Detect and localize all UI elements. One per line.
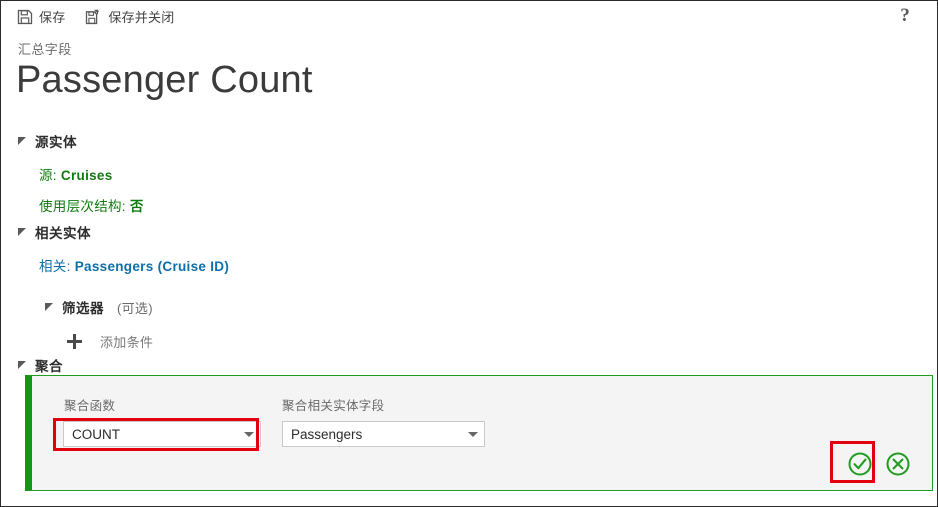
related-entity-label: 相关: (39, 259, 71, 274)
aggregate-field-value: Passengers (291, 426, 363, 442)
save-button-label: 保存 (39, 10, 66, 25)
collapse-triangle-icon[interactable] (18, 227, 27, 237)
save-and-close-floppy-icon (85, 8, 102, 25)
summary-field-editor-window: 保存 保存并关闭 ? 汇总字段 Passenger Count 源实体 源: C… (0, 0, 938, 507)
save-and-close-button[interactable]: 保存并关闭 (85, 5, 180, 29)
source-field-label: 源: (39, 168, 57, 183)
chevron-down-icon (244, 431, 254, 437)
source-field-row[interactable]: 源: Cruises (1, 164, 937, 184)
save-and-close-button-label: 保存并关闭 (108, 10, 175, 25)
related-entity-key: (Cruise ID) (157, 259, 230, 274)
command-toolbar: 保存 保存并关闭 ? (1, 1, 937, 32)
collapse-triangle-icon[interactable] (18, 136, 27, 146)
aggregate-function-label: 聚合函数 (64, 399, 116, 413)
aggregate-field-dropdown[interactable]: Passengers (282, 421, 485, 447)
use-hierarchy-value: 否 (129, 199, 144, 214)
section-source-entity-header[interactable]: 源实体 (1, 131, 937, 151)
add-condition-button[interactable]: 添加条件 (1, 332, 937, 351)
aggregate-field-label: 聚合相关实体字段 (282, 399, 385, 413)
section-filter-title: 筛选器 (62, 301, 104, 316)
add-condition-label: 添加条件 (100, 335, 154, 350)
section-filter-header[interactable]: 筛选器 (可选) (1, 297, 937, 317)
section-related-entity-title: 相关实体 (35, 226, 91, 241)
section-related-entity: 相关实体 相关: Passengers (Cruise ID) 筛选器 (可选)… (1, 222, 937, 351)
plus-icon (67, 334, 82, 349)
aggregate-panel: 聚合函数 聚合相关实体字段 COUNT Passengers (25, 375, 933, 491)
related-entity-row[interactable]: 相关: Passengers (Cruise ID) (1, 255, 937, 275)
check-circle-icon (848, 452, 872, 476)
page-title: Passenger Count (16, 59, 313, 101)
cancel-button[interactable] (885, 451, 911, 477)
aggregate-function-dropdown[interactable]: COUNT (63, 421, 261, 447)
breadcrumb: 汇总字段 (18, 42, 72, 57)
section-related-entity-header[interactable]: 相关实体 (1, 222, 937, 242)
section-source-entity: 源实体 源: Cruises 使用层次结构: 否 (1, 131, 937, 215)
confirm-button[interactable] (847, 451, 873, 477)
chevron-down-icon (468, 431, 478, 437)
x-circle-icon (886, 452, 910, 476)
section-aggregate-header[interactable]: 聚合 (1, 355, 937, 375)
save-button[interactable]: 保存 (17, 5, 71, 29)
save-floppy-icon (17, 9, 33, 25)
source-field-value: Cruises (60, 168, 113, 183)
help-button[interactable]: ? (893, 4, 917, 28)
collapse-triangle-icon[interactable] (18, 360, 27, 370)
question-mark-icon: ? (900, 5, 910, 26)
use-hierarchy-label: 使用层次结构: (39, 199, 126, 214)
section-aggregate-title: 聚合 (35, 359, 63, 374)
section-source-entity-title: 源实体 (35, 135, 77, 150)
section-aggregate: 聚合 (1, 355, 937, 375)
collapse-triangle-icon[interactable] (45, 302, 54, 312)
use-hierarchy-row[interactable]: 使用层次结构: 否 (1, 195, 937, 215)
section-filter-optional: (可选) (117, 300, 153, 316)
related-entity-value: Passengers (74, 259, 154, 274)
aggregate-function-value: COUNT (72, 426, 120, 442)
